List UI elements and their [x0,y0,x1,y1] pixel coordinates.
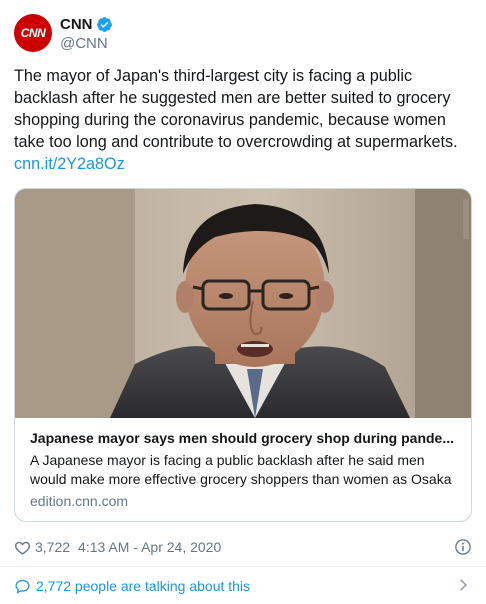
info-icon[interactable] [454,538,472,556]
conversation-link[interactable]: 2,772 people are talking about this [14,576,472,596]
card-title[interactable]: Japanese mayor says men should grocery s… [30,429,460,447]
like-count[interactable]: 3,722 [35,539,70,555]
chevron-right-icon[interactable] [456,578,470,592]
author-names[interactable]: CNN @CNN [60,15,113,53]
handle[interactable]: @CNN [60,35,113,53]
link-card[interactable]: Japanese mayor says men should grocery s… [14,188,472,522]
tweet-body: The mayor of Japan's third-largest city … [14,67,458,151]
divider [0,566,486,567]
display-name[interactable]: CNN [60,16,93,33]
tweet-header: CNN CNN @CNN [14,14,454,54]
mayor-photo [15,189,471,418]
card-description: A Japanese mayor is facing a public back… [30,452,452,487]
speech-bubble-icon [15,579,30,594]
avatar[interactable]: CNN [14,14,52,52]
tweet-text: The mayor of Japan's third-largest city … [14,65,474,175]
card-text[interactable]: Japanese mayor says men should grocery s… [30,429,460,511]
tweet-embed: CNN CNN @CNN The mayor of Japan's third-… [0,0,486,604]
verified-badge-icon [96,16,112,32]
card-domain: edition.cnn.com [30,493,129,509]
heart-icon[interactable] [14,539,31,556]
avatar-logo-text: CNN [20,26,46,40]
tweet-meta: 3,722 4:13 AM - Apr 24, 2020 [14,537,472,557]
tweet-link[interactable]: cnn.it/2Y2a8Oz [14,153,474,175]
card-image[interactable] [15,189,471,418]
conversation-text[interactable]: 2,772 people are talking about this [36,578,250,594]
timestamp[interactable]: 4:13 AM - Apr 24, 2020 [78,539,221,555]
